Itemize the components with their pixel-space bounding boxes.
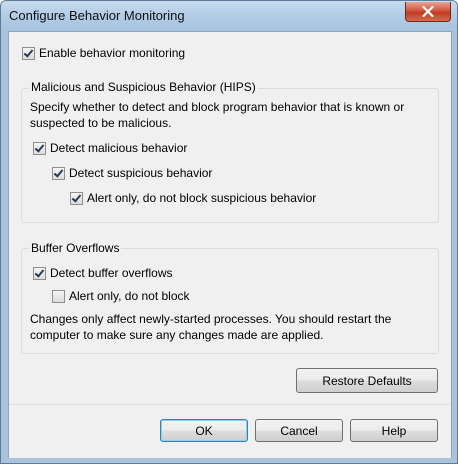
dialog-window: Configure Behavior Monitoring Enable beh… <box>0 0 458 464</box>
close-icon <box>422 6 434 17</box>
dialog-client-area: Enable behavior monitoring Malicious and… <box>8 31 452 458</box>
alert-only-suspicious-label: Alert only, do not block suspicious beha… <box>87 191 317 205</box>
hips-group-title: Malicious and Suspicious Behavior (HIPS) <box>29 80 258 94</box>
detect-suspicious-label: Detect suspicious behavior <box>69 166 213 180</box>
checkbox-box[interactable] <box>52 289 65 303</box>
window-title: Configure Behavior Monitoring <box>9 8 185 23</box>
checkmark-icon[interactable] <box>33 141 46 155</box>
buffer-note-line2: computer to make sure any changes made a… <box>30 328 324 342</box>
alert-only-buffer-label: Alert only, do not block <box>69 289 190 303</box>
checkmark-icon[interactable] <box>22 46 35 60</box>
alert-only-suspicious-checkbox[interactable]: Alert only, do not block suspicious beha… <box>70 190 316 206</box>
detect-buffer-overflows-checkbox[interactable]: Detect buffer overflows <box>33 265 173 281</box>
buffer-overflows-title: Buffer Overflows <box>29 241 122 255</box>
ok-button[interactable]: OK <box>160 419 248 442</box>
close-button[interactable] <box>405 2 451 22</box>
cancel-button[interactable]: Cancel <box>255 419 343 442</box>
button-bar: OK Cancel Help <box>9 404 451 458</box>
checkmark-icon[interactable] <box>33 266 46 280</box>
buffer-note-line1: Changes only affect newly-started proces… <box>30 312 392 326</box>
enable-behavior-monitoring-label: Enable behavior monitoring <box>39 46 186 60</box>
enable-behavior-monitoring-checkbox[interactable]: Enable behavior monitoring <box>22 45 185 61</box>
detect-malicious-checkbox[interactable]: Detect malicious behavior <box>33 140 187 156</box>
hips-description-line1: Specify whether to detect and block prog… <box>30 100 405 114</box>
checkmark-icon[interactable] <box>70 191 83 205</box>
hips-description-line2: suspected to be malicious. <box>30 116 172 130</box>
help-button[interactable]: Help <box>350 419 438 442</box>
detect-suspicious-checkbox[interactable]: Detect suspicious behavior <box>52 165 212 181</box>
checkmark-icon[interactable] <box>52 166 65 180</box>
alert-only-buffer-checkbox[interactable]: Alert only, do not block <box>52 288 190 304</box>
restore-defaults-button[interactable]: Restore Defaults <box>296 368 438 393</box>
title-bar[interactable]: Configure Behavior Monitoring <box>1 1 457 31</box>
detect-buffer-overflows-label: Detect buffer overflows <box>50 266 173 280</box>
detect-malicious-label: Detect malicious behavior <box>50 141 188 155</box>
